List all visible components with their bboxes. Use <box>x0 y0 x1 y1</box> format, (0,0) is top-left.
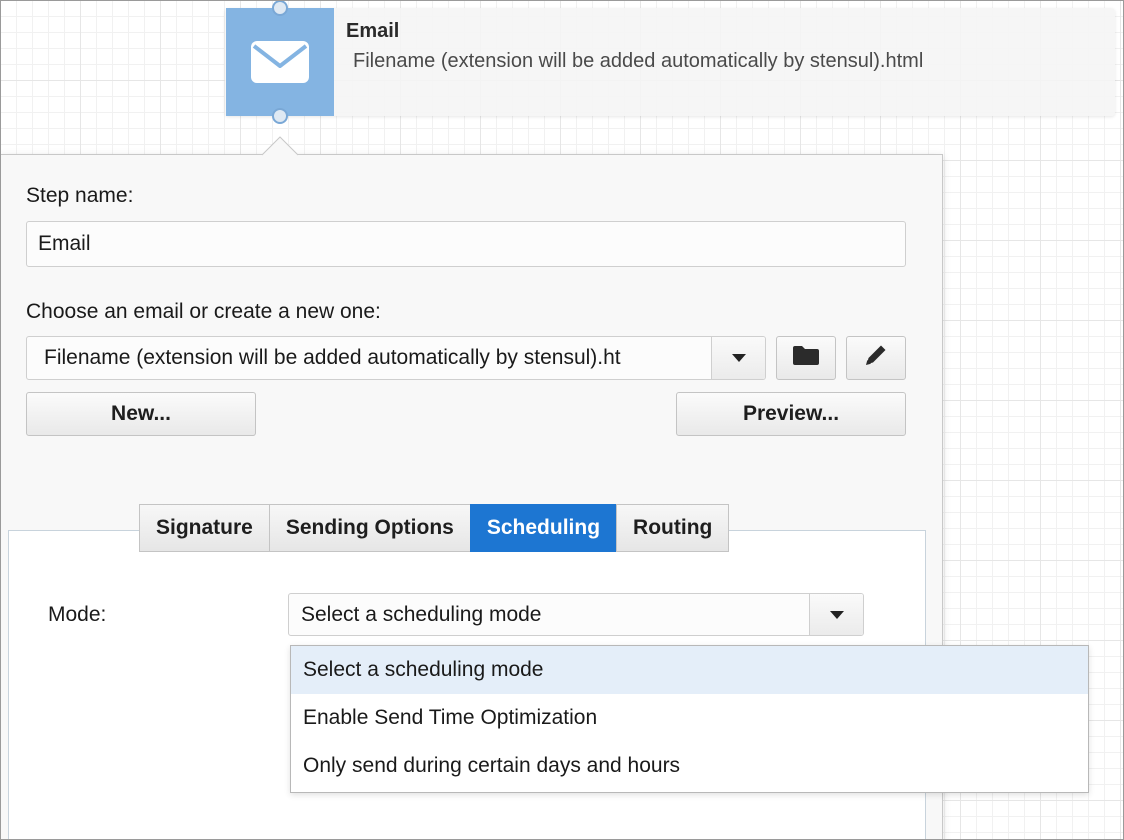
tab-routing[interactable]: Routing <box>616 504 730 552</box>
node-title: Email <box>346 20 400 42</box>
step-name-label: Step name: <box>26 184 134 207</box>
scheduling-mode-value: Select a scheduling mode <box>301 602 542 626</box>
choose-email-label: Choose an email or create a new one: <box>26 300 381 323</box>
settings-tabs: Signature Sending Options Scheduling Rou… <box>139 504 730 552</box>
edit-email-button[interactable] <box>846 336 906 380</box>
email-select-toggle[interactable] <box>711 337 765 379</box>
mode-label: Mode: <box>48 603 107 626</box>
node-output-port[interactable] <box>272 108 288 124</box>
option-select-mode[interactable]: Select a scheduling mode <box>291 646 1088 694</box>
pencil-icon <box>863 342 889 374</box>
tab-scheduling[interactable]: Scheduling <box>469 504 617 552</box>
scheduling-mode-select[interactable]: Select a scheduling mode <box>288 593 864 636</box>
new-email-button[interactable]: New... <box>26 392 256 436</box>
scheduling-mode-toggle[interactable] <box>809 594 863 635</box>
chevron-down-icon <box>829 610 844 619</box>
folder-icon <box>792 344 820 372</box>
envelope-icon <box>250 40 310 84</box>
scheduling-mode-options: Select a scheduling mode Enable Send Tim… <box>290 645 1089 793</box>
tab-signature[interactable]: Signature <box>139 504 269 552</box>
node-subtitle: Filename (extension will be added automa… <box>353 50 924 72</box>
chevron-down-icon <box>731 354 746 362</box>
node-icon-box[interactable] <box>226 8 334 116</box>
step-name-input[interactable]: Email <box>26 221 906 267</box>
browse-folder-button[interactable] <box>776 336 836 380</box>
tab-sending-options[interactable]: Sending Options <box>268 504 470 552</box>
option-send-time-optimization[interactable]: Enable Send Time Optimization <box>291 694 1088 742</box>
popover-arrow <box>262 136 298 156</box>
node-input-port[interactable] <box>272 0 288 16</box>
email-select[interactable]: Filename (extension will be added automa… <box>26 336 766 380</box>
option-certain-days-hours[interactable]: Only send during certain days and hours <box>291 742 1088 790</box>
email-select-value: Filename (extension will be added automa… <box>44 346 621 369</box>
preview-email-button[interactable]: Preview... <box>676 392 906 436</box>
